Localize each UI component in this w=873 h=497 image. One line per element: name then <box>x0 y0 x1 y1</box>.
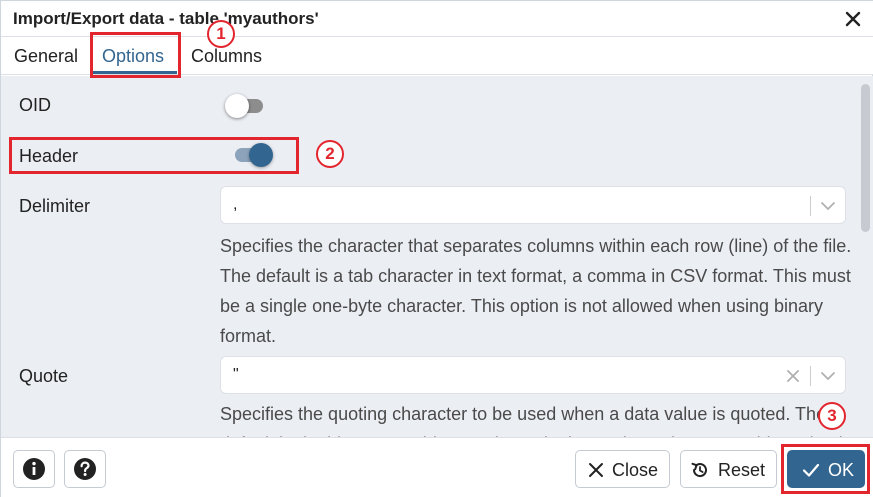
quote-select[interactable]: " <box>220 356 846 394</box>
oid-toggle-knob <box>225 94 249 118</box>
options-panel: OID Header Delimiter , Specifies the cha… <box>1 76 873 437</box>
tab-general[interactable]: General <box>14 46 78 67</box>
tab-options[interactable]: Options <box>102 46 164 67</box>
delimiter-label: Delimiter <box>19 196 91 216</box>
header-label: Header <box>19 146 79 166</box>
oid-label: OID <box>19 95 52 115</box>
help-button[interactable] <box>64 450 106 488</box>
header-toggle[interactable] <box>231 140 273 167</box>
quote-label: Quote <box>19 366 69 386</box>
quote-help-text: Specifies the quoting character to be us… <box>220 404 852 437</box>
chevron-down-icon[interactable] <box>818 196 838 216</box>
close-button[interactable]: Close <box>575 450 670 488</box>
oid-toggle[interactable] <box>225 91 265 118</box>
select-separator <box>810 366 811 386</box>
dialog-titlebar: Import/Export data - table 'myauthors' <box>1 1 873 37</box>
delimiter-value: , <box>233 196 238 213</box>
delimiter-help-text: Specifies the character that separates c… <box>220 236 852 346</box>
close-icon[interactable] <box>841 7 865 31</box>
reset-icon <box>691 462 707 478</box>
help-icon <box>74 458 96 480</box>
select-separator <box>810 196 811 216</box>
delimiter-select[interactable]: , <box>220 186 846 224</box>
close-button-label: Close <box>612 460 659 480</box>
close-icon <box>589 463 603 477</box>
header-toggle-knob <box>249 143 273 167</box>
quote-value: " <box>233 366 239 383</box>
info-button[interactable] <box>13 450 55 488</box>
chevron-down-icon[interactable] <box>818 366 838 386</box>
active-tab-indicator <box>93 71 177 74</box>
clear-icon[interactable] <box>784 367 802 385</box>
tab-bar: General Options Columns <box>1 37 873 75</box>
options-scrollbar[interactable] <box>857 76 873 437</box>
dialog-title: Import/Export data - table 'myauthors' <box>13 9 319 28</box>
scrollbar-thumb[interactable] <box>861 84 870 232</box>
ok-button[interactable]: OK <box>787 450 865 488</box>
checkmark-icon <box>802 463 820 477</box>
import-export-dialog: Import/Export data - table 'myauthors' G… <box>0 0 873 497</box>
reset-button[interactable]: Reset <box>680 450 777 488</box>
dialog-footer: Close Reset OK <box>1 437 873 497</box>
ok-button-label: OK <box>828 460 855 480</box>
tab-columns[interactable]: Columns <box>191 46 262 67</box>
reset-button-label: Reset <box>718 460 766 480</box>
info-icon <box>23 458 45 480</box>
